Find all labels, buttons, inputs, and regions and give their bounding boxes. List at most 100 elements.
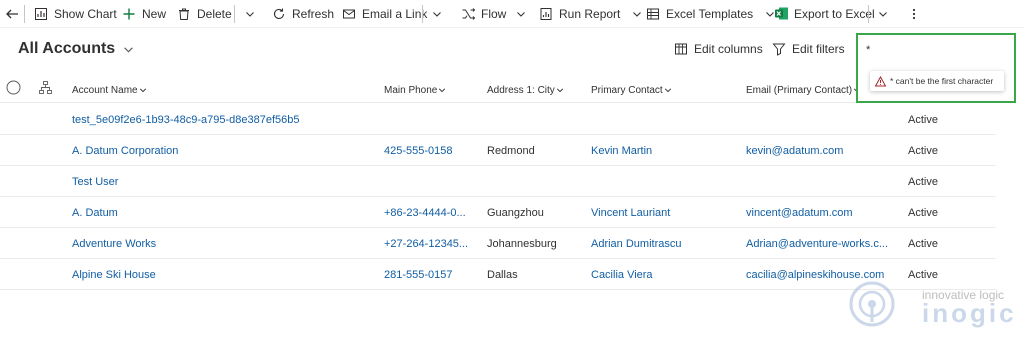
divider [234,4,235,23]
arrow-left-icon [4,6,20,22]
chevron-down-icon [630,6,644,22]
status-cell: Active [908,114,938,126]
account-name-link[interactable]: A. Datum [72,207,372,219]
primary-contact-link[interactable]: Vincent Lauriant [591,207,739,219]
chevron-down-icon [663,82,673,98]
flow-icon [460,6,476,22]
validation-error-tooltip: * can't be the first character [870,71,1004,91]
column-header-label: Account Name [72,84,138,96]
primary-contact-link[interactable]: Cacilia Viera [591,269,739,281]
account-name-link[interactable]: test_5e09f2e6-1b93-48c9-a795-d8e387ef56b… [72,114,372,126]
main-phone-cell[interactable]: +27-264-12345... [384,238,480,250]
excel-templates-label: Excel Templates [666,6,754,21]
email-link[interactable]: kevin@adatum.com [746,145,896,157]
edit-columns-button[interactable]: Edit columns [674,42,763,56]
status-cell: Active [908,207,938,219]
show-chart-button[interactable]: Show Chart [33,0,117,28]
table-row[interactable]: Alpine Ski House 281-555-0157 Dallas Cac… [0,259,996,290]
flow-button[interactable]: Flow [460,0,528,28]
account-name-link[interactable]: Adventure Works [72,238,372,250]
main-phone-cell[interactable]: 281-555-0157 [384,269,480,281]
excel-templates-button[interactable]: Excel Templates [645,0,777,28]
chevron-down-icon[interactable] [243,6,257,22]
run-report-label: Run Report [559,6,621,21]
column-header-main-phone[interactable]: Main Phone [384,82,447,98]
view-selector[interactable]: All Accounts [18,40,135,58]
column-header-city[interactable]: Address 1: City [487,82,565,98]
chevron-down-icon [555,82,565,98]
edit-filters-label: Edit filters [792,42,845,56]
edit-columns-label: Edit columns [694,42,763,56]
email-link-label: Email a Link [362,6,428,21]
select-all-checkbox[interactable] [6,80,21,95]
main-phone-cell[interactable]: 425-555-0158 [384,145,480,157]
chevron-down-icon[interactable] [876,6,890,22]
divider [422,4,423,23]
grid-header: Account Name Main Phone Address 1: City … [0,72,996,103]
table-row[interactable]: Adventure Works +27-264-12345... Johanne… [0,228,996,259]
chevron-down-icon [138,82,148,98]
column-header-account-name[interactable]: Account Name [72,82,148,98]
chart-icon [33,6,49,22]
table-row[interactable]: A. Datum +86-23-4444-0... Guangzhou Vinc… [0,197,996,228]
city-cell: Redmond [487,145,535,157]
email-link-icon [341,6,357,22]
email-link[interactable]: Adrian@adventure-works.c... [746,238,896,250]
chevron-down-icon [437,82,447,98]
city-cell: Johannesburg [487,238,557,250]
validation-error-text: * can't be the first character [890,76,994,86]
chevron-down-icon [514,6,528,22]
filter-icon [772,42,786,56]
new-button[interactable]: New [121,0,166,28]
trash-icon [176,6,192,22]
edit-filters-button[interactable]: Edit filters [772,42,845,56]
primary-contact-link[interactable]: Kevin Martin [591,145,739,157]
table-row[interactable]: test_5e09f2e6-1b93-48c9-a795-d8e387ef56b… [0,104,996,135]
export-excel-label: Export to Excel [794,6,875,21]
delete-label: Delete [197,6,232,21]
status-cell: Active [908,238,938,250]
back-button[interactable] [4,0,25,28]
email-link[interactable]: vincent@adatum.com [746,207,896,219]
delete-button[interactable]: Delete [176,0,232,28]
column-header-label: Primary Contact [591,84,663,96]
account-name-link[interactable]: A. Datum Corporation [72,145,372,157]
status-cell: Active [908,176,938,188]
inogic-watermark: innovative logic inogic [848,280,1018,332]
table-row[interactable]: Test User Active [0,166,996,197]
chevron-down-icon[interactable] [430,6,444,22]
table-row[interactable]: A. Datum Corporation 425-555-0158 Redmon… [0,135,996,166]
hierarchy-icon[interactable] [39,81,52,94]
primary-contact-link[interactable]: Adrian Dumitrascu [591,238,739,250]
show-chart-label: Show Chart [54,6,117,21]
refresh-icon [271,6,287,22]
refresh-label: Refresh [292,6,335,21]
chevron-down-icon [121,41,135,57]
run-report-button[interactable]: Run Report [538,0,644,28]
watermark-brand: inogic [922,298,1017,328]
view-title: All Accounts [18,40,116,57]
main-phone-cell[interactable]: +86-23-4444-0... [384,207,480,219]
account-name-link[interactable]: Test User [72,176,372,188]
column-header-label: Email (Primary Contact) [746,84,853,96]
columns-icon [674,42,688,56]
city-cell: Guangzhou [487,207,544,219]
divider [868,4,869,23]
report-icon [538,6,554,22]
new-label: New [142,6,167,21]
status-cell: Active [908,145,938,157]
refresh-button[interactable]: Refresh [271,0,334,28]
filter-search-input[interactable] [866,41,1004,59]
divider [24,4,25,23]
warning-icon [875,75,886,87]
plus-icon [121,6,137,22]
flow-label: Flow [481,6,507,21]
email-link-button[interactable]: Email a Link [341,0,427,28]
command-bar: Show Chart New Delete Refresh Email a Li… [0,0,1024,28]
column-header-primary-contact[interactable]: Primary Contact [591,82,673,98]
export-excel-button[interactable]: Export to Excel [773,0,875,28]
account-name-link[interactable]: Alpine Ski House [72,269,372,281]
column-header-email[interactable]: Email (Primary Contact) [746,82,862,98]
more-options-icon[interactable] [907,6,921,22]
column-header-label: Address 1: City [487,84,555,96]
